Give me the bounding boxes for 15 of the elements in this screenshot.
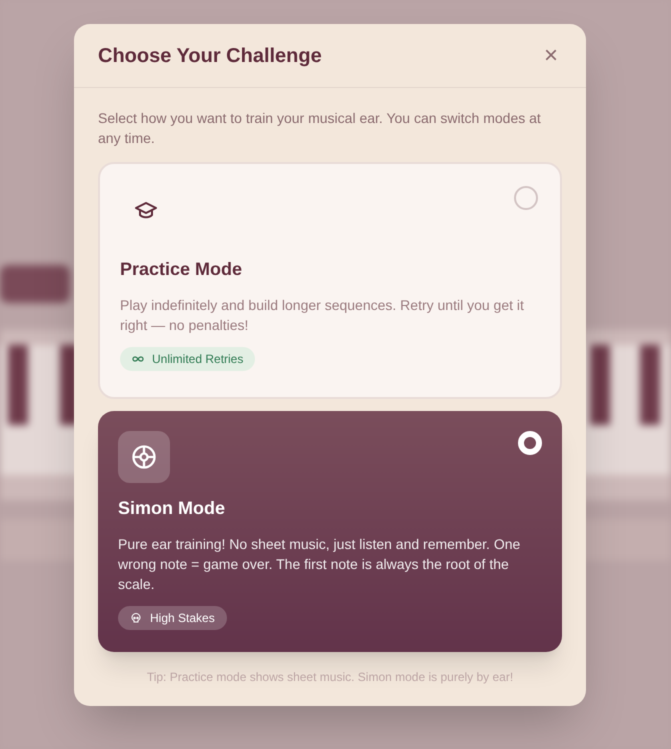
skull-icon (130, 612, 142, 624)
mode-title: Practice Mode (120, 258, 244, 281)
crosshair-circle-icon (130, 443, 158, 471)
dialog-title: Choose Your Challenge (98, 44, 322, 68)
dialog-intro: Select how you want to train your musical ear. You can switch modes at any time. (98, 109, 542, 148)
close-button[interactable]: × (540, 44, 562, 68)
mode-description: Pure ear training! No sheet music, just listen and remember. One wrong note = game over. The first note is always the root of the scale. (118, 535, 522, 594)
badge-label: High Stakes (150, 610, 215, 627)
mode-card[interactable]: Practice Mode Play indefinitely and build longer sequences. Retry until you get it right — no penalties! Unlimited Retries (98, 162, 562, 399)
mode-card[interactable]: Simon Mode Pure ear training! No sheet music, just listen and remember. One wrong note = game over. The first note is always the root of the scale. High Stakes (98, 411, 562, 652)
tip-text: Tip: Practice mode shows sheet music. Simon mode is purely by ear! (146, 669, 514, 686)
mode-title: Simon Mode (118, 497, 226, 520)
badge-label: Unlimited Retries (152, 351, 244, 368)
radio-indicator[interactable] (514, 186, 538, 210)
mode-description: Play indefinitely and build longer sequences. Retry until you get it right — no penalties! (120, 296, 525, 335)
